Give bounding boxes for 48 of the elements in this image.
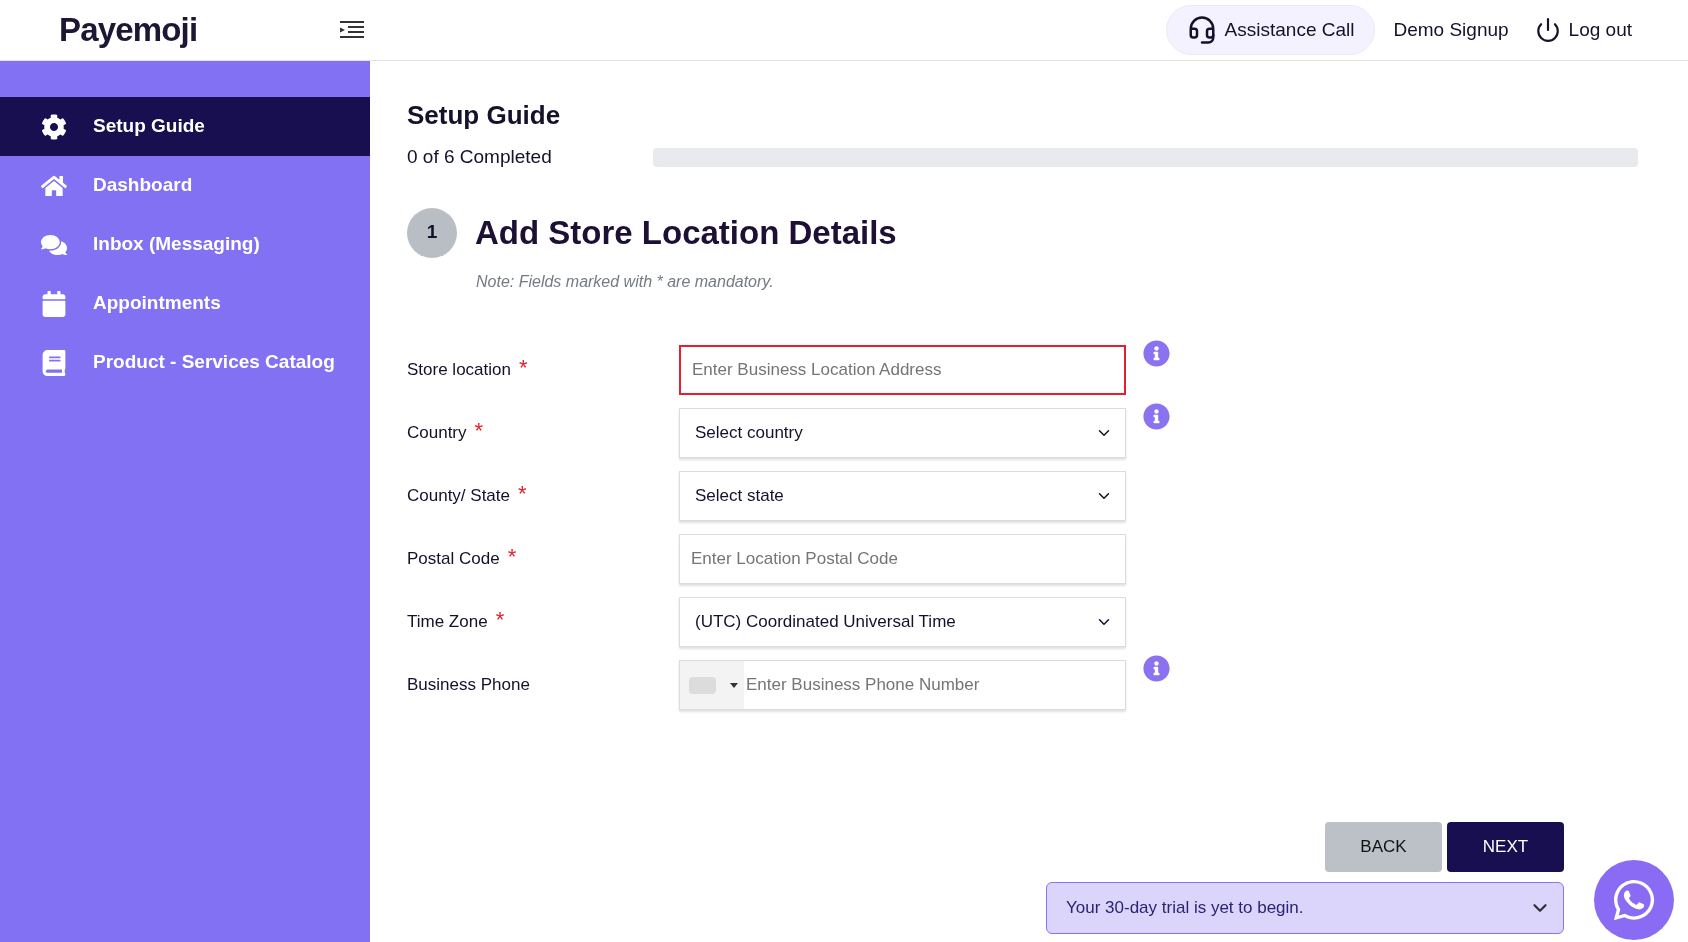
assistance-call-button[interactable]: Assistance Call (1165, 5, 1376, 55)
required-mark: * (474, 420, 484, 442)
field-label: Postal Code (407, 548, 500, 571)
sidebar-item[interactable]: Dashboard (0, 156, 370, 215)
required-mark: * (518, 357, 528, 379)
field-label: Business Phone (407, 674, 530, 697)
page-title: Setup Guide (407, 99, 562, 132)
step-title: Add Store Location Details (475, 212, 897, 253)
select-value: (UTC) Coordinated Universal Time (695, 611, 956, 634)
select-field[interactable]: Select state (679, 471, 1126, 521)
calendar-icon (41, 290, 67, 317)
gear-icon (41, 113, 67, 140)
sidebar-item[interactable]: Inbox (Messaging) (0, 215, 370, 274)
next-button[interactable]: NEXT (1447, 822, 1564, 872)
info-icon[interactable] (1143, 654, 1170, 682)
trial-text: Your 30-day trial is yet to begin. (1066, 897, 1304, 920)
field-label: County/ State (407, 485, 510, 508)
phone-number-input[interactable]: Enter Business Phone Number (744, 661, 1125, 709)
field-label: Store location (407, 359, 511, 382)
sidebar-item[interactable]: Setup Guide (0, 97, 370, 156)
whatsapp-icon (1611, 877, 1657, 923)
power-icon (1534, 17, 1561, 43)
phone-field[interactable]: Enter Business Phone Number (679, 660, 1126, 710)
logout-button[interactable]: Log out (1526, 5, 1640, 55)
field-label: Country (407, 422, 467, 445)
logo[interactable]: Payemoji (59, 5, 198, 55)
select-field[interactable]: (UTC) Coordinated Universal Time (679, 597, 1126, 647)
text-field[interactable]: Enter Business Location Address (679, 345, 1126, 395)
select-field[interactable]: Select country (679, 408, 1126, 458)
step-number: 1 (407, 207, 457, 258)
info-icon[interactable] (1143, 402, 1170, 430)
header-link[interactable]: Demo Signup (1385, 5, 1517, 55)
sidebar-item[interactable]: Appointments (0, 274, 370, 333)
mandatory-note: Note: Fields marked with * are mandatory. (476, 271, 775, 292)
menu-toggle-icon[interactable] (340, 20, 364, 40)
required-mark: * (507, 546, 517, 568)
sidebar-item[interactable]: Product - Services Catalog (0, 333, 370, 392)
required-mark: * (518, 483, 527, 505)
field-label: Time Zone (407, 611, 488, 634)
book-icon (41, 349, 67, 376)
caret-down-icon (730, 682, 738, 688)
back-button[interactable]: BACK (1325, 822, 1442, 872)
select-value: Select state (695, 485, 784, 508)
trial-banner[interactable]: Your 30-day trial is yet to begin. (1046, 882, 1564, 934)
required-mark: * (495, 609, 505, 631)
progress-text: 0 of 6 Completed (407, 145, 553, 169)
select-value: Select country (695, 422, 803, 445)
info-icon[interactable] (1143, 339, 1170, 367)
